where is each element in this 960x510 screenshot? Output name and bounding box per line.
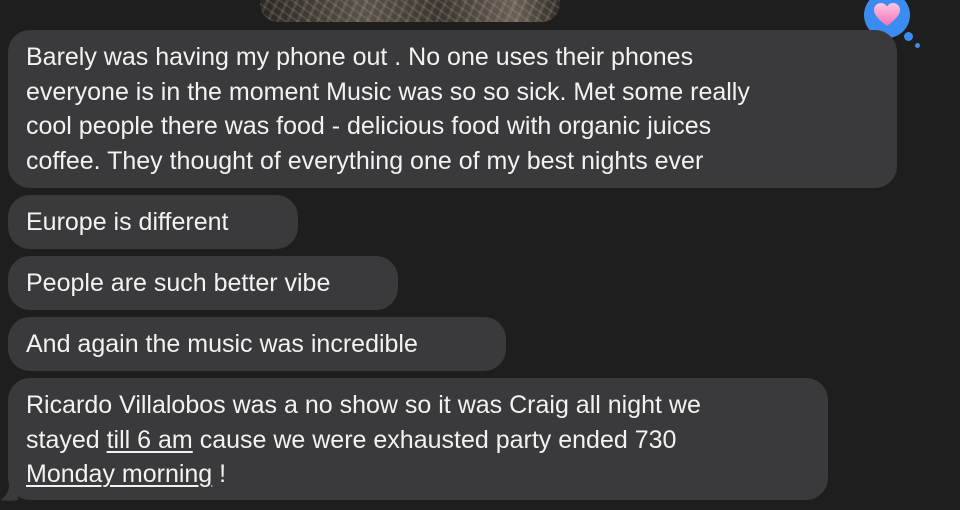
message-line: Barely was having my phone out . No one … — [26, 43, 694, 71]
reaction-tail-dot-small — [915, 43, 920, 48]
message-text: ! — [212, 460, 227, 488]
message-line: coffee. They thought of everything one o… — [26, 146, 704, 175]
reaction-tail-dot — [904, 32, 913, 41]
message-text: Europe is different — [26, 208, 229, 236]
heart-icon — [874, 3, 900, 26]
message-line: Ricardo Villalobos was a no show so it w… — [26, 391, 701, 419]
data-detector-link[interactable]: Monday morning — [26, 460, 212, 488]
data-detector-link[interactable]: till 6 am — [107, 426, 193, 454]
shared-photo[interactable] — [260, 0, 560, 22]
message-bubble[interactable]: Europe is different — [8, 195, 298, 249]
message-text: And again the music was incredible — [26, 330, 418, 358]
bubble-tail — [0, 480, 18, 501]
message-line: stayed till 6 am cause we were exhausted… — [26, 423, 810, 458]
message-text: stayed — [26, 425, 107, 454]
message-bubble[interactable]: And again the music was incredible — [8, 317, 506, 371]
message-thread: Barely was having my phone out . No one … — [0, 0, 960, 510]
message-line: cool people there was food - delicious f… — [26, 112, 712, 140]
message-text: cause we were exhausted party ended 730 — [192, 425, 677, 454]
message-bubble[interactable]: Ricardo Villalobos was a no show so it w… — [8, 378, 828, 500]
message-text: People are such better vibe — [26, 269, 331, 297]
message-bubble[interactable]: People are such better vibe — [8, 256, 398, 310]
message-bubble[interactable]: Barely was having my phone out . No one … — [8, 30, 897, 188]
message-line: Monday morning ! — [26, 457, 810, 492]
message-line: everyone is in the moment Music was so s… — [26, 77, 750, 106]
